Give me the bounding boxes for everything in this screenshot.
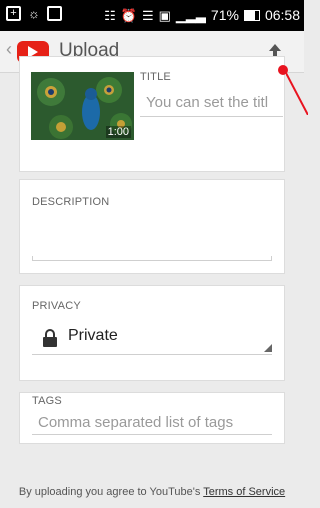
accessibility-icon: ☼ [28, 6, 40, 21]
add-notification-icon: + [6, 6, 21, 21]
wifi-icon: ☰ [141, 7, 154, 23]
tags-input[interactable]: Comma separated list of tags [32, 411, 272, 435]
sim-icon: ▣ [158, 7, 171, 23]
privacy-select[interactable]: Private [32, 322, 272, 355]
vibrate-icon: ☷ [104, 7, 116, 23]
battery-icon [243, 9, 260, 21]
title-input[interactable]: You can set the titl [140, 89, 283, 117]
signal-icon: ▁▂▃ [175, 7, 206, 23]
terms-of-service-link[interactable]: Terms of Service [203, 486, 285, 498]
image-notification-icon [46, 6, 62, 21]
status-bar: + ☼ ☷ ⏰ ☰ ▣ ▁▂▃ 71% 06:58 [0, 0, 304, 31]
status-bar-left: + ☼ [6, 6, 62, 21]
status-bar-right: ☷ ⏰ ☰ ▣ ▁▂▃ 71% 06:58 [104, 7, 300, 23]
privacy-value: Private [68, 327, 118, 344]
privacy-card: PRIVACY Private [19, 285, 285, 381]
privacy-label: PRIVACY [32, 300, 81, 312]
description-label: DESCRIPTION [32, 196, 110, 208]
battery-percent: 71% [210, 7, 239, 23]
alarm-icon: ⏰ [120, 7, 137, 23]
video-thumbnail: 1:00 [31, 72, 134, 140]
clock: 06:58 [264, 7, 300, 23]
terms-prefix: By uploading you agree to YouTube's [18, 486, 204, 498]
dropdown-caret-icon [264, 344, 272, 352]
annotation-line [286, 73, 308, 115]
description-card: DESCRIPTION [19, 179, 285, 274]
tags-card: TAGS Comma separated list of tags [19, 392, 285, 444]
title-label: TITLE [140, 71, 171, 83]
description-input[interactable] [32, 256, 272, 261]
video-duration: 1:00 [105, 126, 131, 138]
tags-label: TAGS [32, 395, 62, 407]
back-chevron-icon[interactable]: ‹ [6, 40, 12, 58]
video-details-card: 1:00 TITLE You can set the titl [19, 56, 285, 172]
terms-footer: By uploading you agree to YouTube's Term… [0, 486, 304, 498]
lock-icon [43, 329, 57, 347]
